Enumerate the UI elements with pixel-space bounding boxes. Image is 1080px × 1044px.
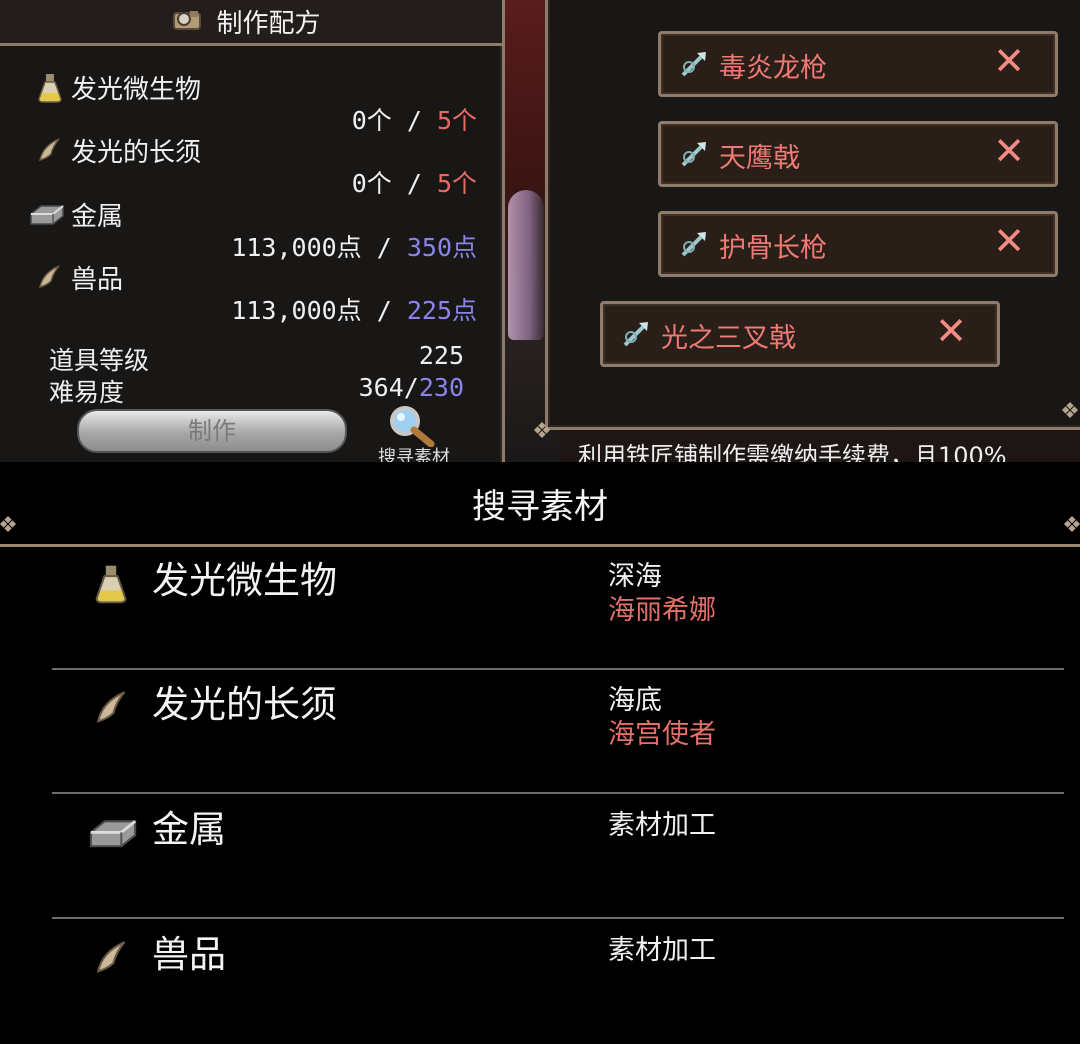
- material-name: 发光微生物: [71, 75, 202, 105]
- search-materials-header: 搜寻素材 ❖ ❖: [0, 462, 1080, 547]
- have-count: 0个: [351, 169, 392, 198]
- difficulty-need: 230: [418, 373, 464, 402]
- source-location: 素材加工: [608, 935, 716, 966]
- metal-ingot-icon: [88, 813, 137, 853]
- recipe-title: 制作配方: [216, 9, 321, 39]
- material-name: 金属: [71, 202, 124, 232]
- fee-notice: 利用铁匠铺制作需缴纳手续费，且100%: [578, 442, 1007, 462]
- ornament-corner-icon: ❖: [1060, 399, 1080, 424]
- material-count: 0个 / 5个: [352, 101, 477, 137]
- source-material-name: 金属: [152, 808, 226, 851]
- have-count: 113,000点: [231, 233, 362, 262]
- row-divider: [52, 792, 1064, 794]
- search-materials-title: 搜寻素材: [472, 487, 608, 527]
- count-separator: /: [391, 106, 437, 135]
- need-count: 350点: [406, 233, 477, 262]
- material-name: 兽品: [71, 265, 124, 295]
- make-button[interactable]: 制作: [77, 409, 347, 453]
- weapon-name: 护骨长枪: [719, 233, 827, 264]
- weapon-list-panel: 毒炎龙枪 ✕ 天鹰戟 ✕ 护骨长枪 ✕ 光之三叉戟 ✕: [545, 0, 1080, 430]
- recipe-panel: 制作配方 发光微生物 0个 / 5个 发光的长须 0个 / 5个 金属 113,…: [0, 0, 505, 462]
- remove-icon[interactable]: ✕: [993, 221, 1025, 261]
- count-separator: /: [391, 169, 437, 198]
- ornament-corner-icon: ❖: [532, 419, 552, 444]
- difficulty-label: 难易度: [49, 378, 125, 407]
- difficulty-have: 364/: [358, 373, 419, 402]
- material-count: 113,000点 / 225点: [231, 291, 477, 327]
- need-count: 225点: [406, 296, 477, 325]
- weapon-name: 天鹰戟: [719, 143, 800, 174]
- remove-icon[interactable]: ✕: [935, 311, 967, 351]
- source-row[interactable]: 发光微生物 深海 海丽希娜: [52, 546, 1064, 670]
- weapon-entry[interactable]: 光之三叉戟 ✕: [600, 301, 1000, 367]
- source-row[interactable]: 兽品 素材加工: [52, 920, 1064, 1044]
- count-separator: /: [361, 233, 407, 262]
- weapon-entry[interactable]: 天鹰戟 ✕: [658, 121, 1058, 187]
- weapon-entry[interactable]: 毒炎龙枪 ✕: [658, 31, 1058, 97]
- spear-icon: [679, 229, 709, 259]
- source-material-name: 兽品: [152, 933, 226, 976]
- crafting-screen: 制作配方 发光微生物 0个 / 5个 发光的长须 0个 / 5个 金属 113,…: [0, 0, 1080, 462]
- source-material-name: 发光微生物: [152, 559, 337, 602]
- source-monster: 海丽希娜: [608, 595, 716, 626]
- row-divider: [52, 917, 1064, 919]
- material-name: 发光的长须: [71, 138, 202, 168]
- spear-icon: [621, 319, 651, 349]
- material-count: 113,000点 / 350点: [231, 228, 477, 264]
- source-row[interactable]: 发光的长须 海底 海宫使者: [52, 670, 1064, 794]
- have-count: 113,000点: [231, 296, 362, 325]
- weapon-name: 光之三叉戟: [661, 323, 796, 354]
- material-count: 0个 / 5个: [352, 164, 477, 200]
- claw-icon: [37, 263, 63, 289]
- search-materials-button[interactable]: 搜寻素材: [369, 405, 459, 462]
- remove-icon[interactable]: ✕: [993, 131, 1025, 171]
- source-location: 素材加工: [608, 810, 716, 841]
- need-count: 5个: [436, 106, 477, 135]
- potion-icon: [37, 73, 63, 103]
- character-figure: [508, 190, 544, 340]
- difficulty-stat: 难易度 364/230: [49, 373, 464, 409]
- source-material-name: 发光的长须: [152, 683, 337, 726]
- spear-icon: [679, 49, 709, 79]
- spear-icon: [679, 139, 709, 169]
- remove-icon[interactable]: ✕: [993, 41, 1025, 81]
- difficulty-value: 364/230: [359, 373, 464, 402]
- potion-icon: [94, 564, 134, 604]
- weapon-entry[interactable]: 护骨长枪 ✕: [658, 211, 1058, 277]
- need-count: 5个: [436, 169, 477, 198]
- item-level-label: 道具等级: [49, 346, 150, 375]
- metal-ingot-icon: [29, 200, 65, 226]
- search-materials-label: 搜寻素材: [378, 447, 450, 462]
- claw-icon: [37, 136, 63, 162]
- count-separator: /: [361, 296, 407, 325]
- claw-icon: [94, 938, 134, 978]
- source-monster: 海宫使者: [608, 719, 716, 750]
- item-level-value: 225: [418, 341, 464, 370]
- recipe-title-bar: 制作配方: [0, 0, 502, 46]
- weapon-name: 毒炎龙枪: [719, 53, 827, 84]
- have-count: 0个: [351, 106, 392, 135]
- ornament-corner-icon: ❖: [0, 513, 18, 538]
- source-row[interactable]: 金属 素材加工: [52, 795, 1064, 919]
- claw-icon: [94, 688, 134, 728]
- item-level-stat: 道具等级 225: [49, 341, 464, 377]
- ornament-corner-icon: ❖: [1062, 513, 1080, 538]
